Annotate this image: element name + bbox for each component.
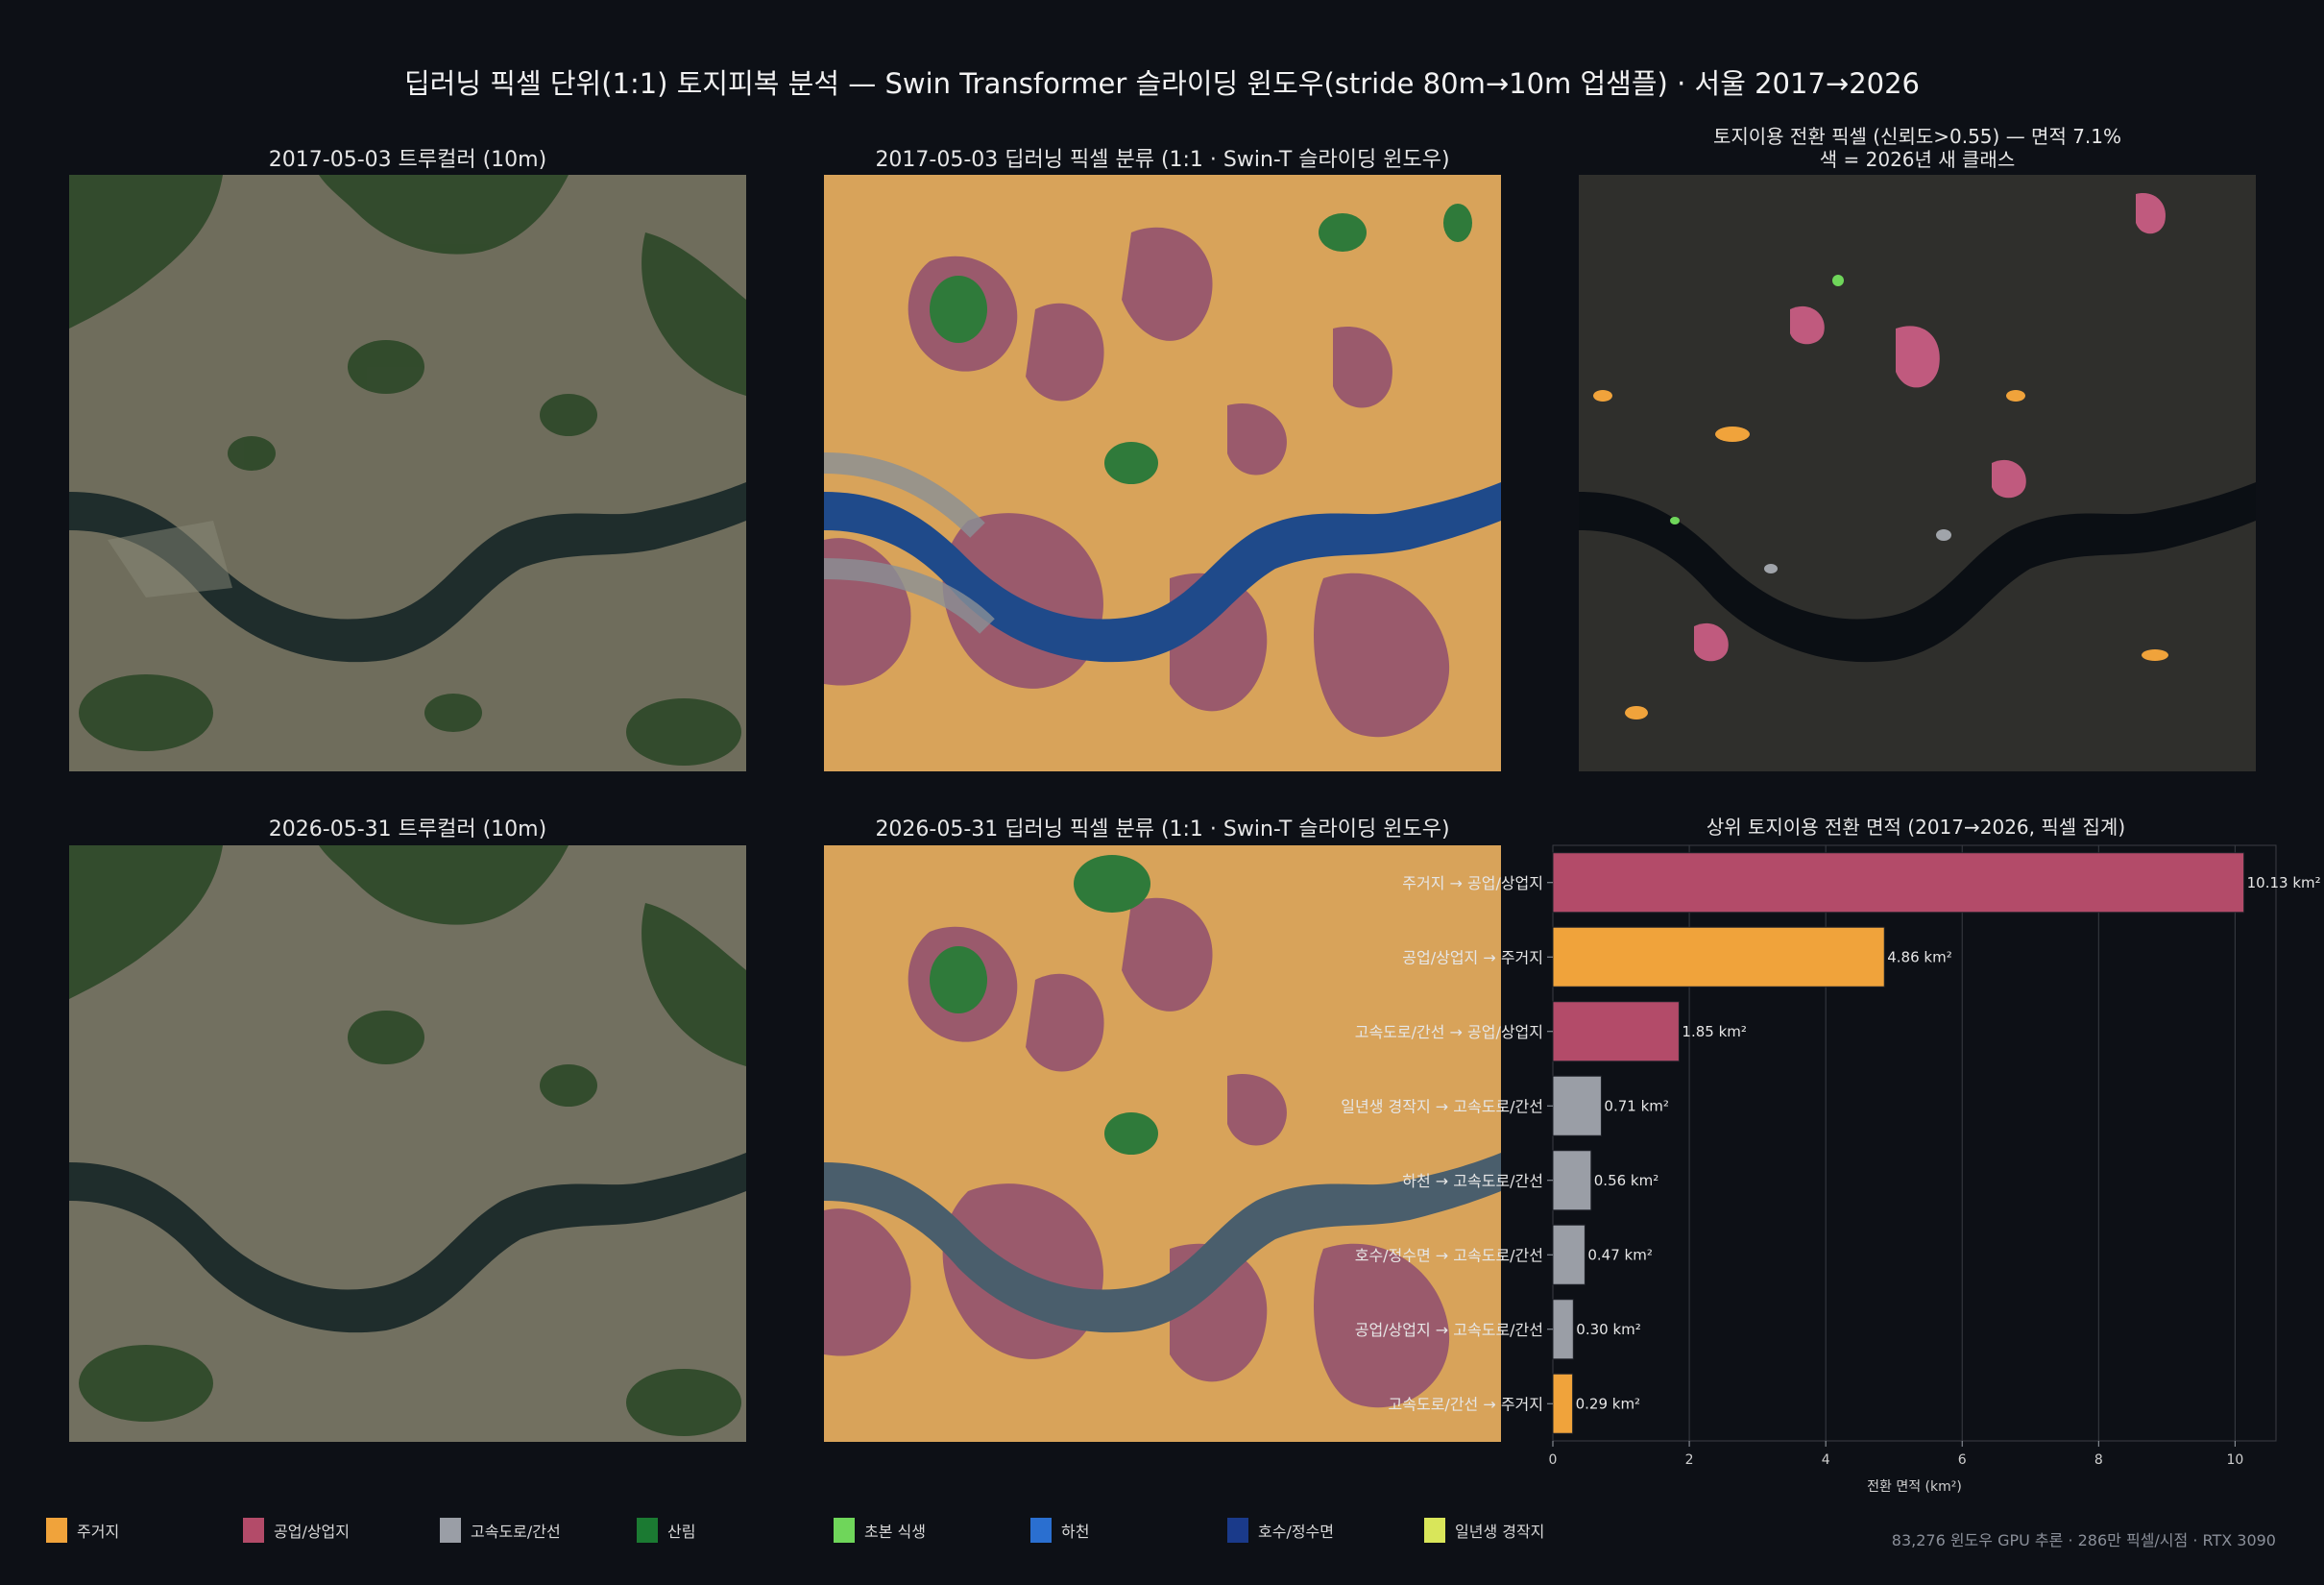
- legend-swatch: [637, 1518, 658, 1543]
- legend-item-residential: 주거지: [46, 1518, 119, 1543]
- x-tick-label: 6: [1958, 1452, 1967, 1468]
- x-tick-label: 8: [2094, 1452, 2103, 1468]
- legend-label: 일년생 경작지: [1455, 1523, 1545, 1541]
- classification-2026-map: [824, 845, 1501, 1442]
- category-label: 공업/상업지 → 고속도로/간선: [1355, 1321, 1543, 1339]
- bar: [1552, 926, 1885, 988]
- x-tick-label: 2: [1685, 1452, 1694, 1468]
- legend-item-crop: 일년생 경작지: [1424, 1518, 1544, 1543]
- x-axis-label: 전환 면적 (km²): [1867, 1479, 1962, 1495]
- legend-swatch: [243, 1518, 264, 1543]
- legend-item-lake: 호수/정수면: [1227, 1518, 1334, 1543]
- x-tick-label: 4: [1822, 1452, 1830, 1468]
- legend-item-grass: 초본 식생: [834, 1518, 926, 1543]
- legend-item-highway: 고속도로/간선: [440, 1518, 561, 1543]
- category-label: 공업/상업지 → 주거지: [1402, 948, 1543, 966]
- panel-title-change-line2: 색 = 2026년 새 클래스: [1819, 148, 2016, 171]
- category-label: 주거지 → 공업/상업지: [1402, 874, 1543, 892]
- figure-title: 딥러닝 픽셀 단위(1:1) 토지피복 분석 — Swin Transforme…: [404, 67, 1920, 100]
- chart-title: 상위 토지이용 전환 면적 (2017→2026, 픽셀 집계): [1707, 816, 2125, 839]
- category-label: 고속도로/간선 → 공업/상업지: [1355, 1023, 1543, 1041]
- bar-value-label: 4.86 km²: [1887, 948, 1951, 965]
- legend-item-commercial: 공업/상업지: [243, 1518, 350, 1543]
- legend-swatch: [1227, 1518, 1248, 1543]
- panel-title-class-2026: 2026-05-31 딥러닝 픽셀 분류 (1:1 · Swin-T 슬라이딩 …: [875, 817, 1450, 841]
- legend-item-river: 하천: [1030, 1518, 1089, 1543]
- bar-value-label: 0.30 km²: [1576, 1321, 1640, 1338]
- bar-value-label: 0.56 km²: [1594, 1172, 1658, 1189]
- legend-label: 공업/상업지: [274, 1523, 350, 1541]
- bar-value-label: 0.71 km²: [1604, 1097, 1668, 1114]
- x-tick-label: 0: [1549, 1452, 1558, 1468]
- bar: [1552, 1373, 1574, 1434]
- legend-swatch: [440, 1518, 461, 1543]
- bar: [1552, 1150, 1592, 1211]
- category-label: 고속도로/간선 → 주거지: [1389, 1395, 1543, 1413]
- bar-value-label: 10.13 km²: [2247, 874, 2321, 891]
- bar: [1552, 1001, 1680, 1062]
- panel-title-truecolor-2026: 2026-05-31 트루컬러 (10m): [268, 817, 547, 841]
- bar-value-label: 0.47 km²: [1587, 1246, 1652, 1263]
- legend-label: 호수/정수면: [1258, 1523, 1334, 1541]
- bar: [1552, 1075, 1602, 1136]
- legend-swatch: [1030, 1518, 1052, 1543]
- legend-label: 고속도로/간선: [471, 1523, 561, 1541]
- classification-2017-map: [824, 175, 1501, 771]
- bar-value-label: 0.29 km²: [1576, 1395, 1640, 1412]
- legend-label: 초본 식생: [864, 1523, 926, 1541]
- panel-title-truecolor-2017: 2017-05-03 트루컬러 (10m): [268, 148, 547, 172]
- bar: [1552, 1299, 1574, 1360]
- category-label: 하천 → 고속도로/간선: [1402, 1172, 1543, 1190]
- bar: [1552, 1224, 1586, 1285]
- change-map: [1579, 175, 2256, 771]
- x-tick-label: 10: [2226, 1452, 2243, 1468]
- legend-swatch: [834, 1518, 855, 1543]
- legend-swatch: [1424, 1518, 1445, 1543]
- footer-note: 83,276 윈도우 GPU 추론 · 286만 픽셀/시점 · RTX 309…: [1891, 1531, 2276, 1549]
- panel-title-class-2017: 2017-05-03 딥러닝 픽셀 분류 (1:1 · Swin-T 슬라이딩 …: [875, 148, 1450, 172]
- category-label: 호수/정수면 → 고속도로/간선: [1355, 1246, 1543, 1264]
- bar: [1552, 852, 2245, 914]
- legend-label: 하천: [1061, 1523, 1090, 1541]
- truecolor-2026-map: [69, 845, 746, 1442]
- category-label: 일년생 경작지 → 고속도로/간선: [1341, 1097, 1543, 1115]
- legend-swatch: [46, 1518, 67, 1543]
- bar-value-label: 1.85 km²: [1682, 1023, 1746, 1040]
- legend-label: 주거지: [77, 1523, 120, 1541]
- transition-area-chart: 상위 토지이용 전환 면적 (2017→2026, 픽셀 집계) 0 2 4 6 8 10 전…: [1341, 816, 2324, 1508]
- legend-label: 산림: [667, 1523, 696, 1541]
- truecolor-2017-map: [69, 175, 746, 771]
- legend-item-forest: 산림: [637, 1518, 695, 1543]
